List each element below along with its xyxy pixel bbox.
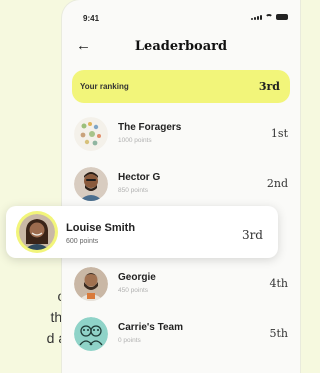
current-user-avatar-ring xyxy=(16,211,58,253)
status-time: 9:41 xyxy=(83,14,100,23)
current-user-name: Louise Smith xyxy=(66,222,136,234)
user-rank: 2nd xyxy=(266,177,288,190)
leaderboard-row[interactable]: Georgie 450 points 4th xyxy=(62,260,300,310)
signal-icon xyxy=(251,15,262,20)
user-avatar xyxy=(74,167,108,201)
leaderboard-row[interactable]: Hector G 850 points 2nd xyxy=(62,160,300,210)
page-title: Leaderboard xyxy=(134,39,228,54)
status-bar: 9:41 xyxy=(62,0,300,26)
user-rank: 4th xyxy=(269,277,288,290)
partial-background-text: or the d at xyxy=(0,286,70,349)
your-ranking-banner: Your ranking 3rd xyxy=(72,70,290,103)
phone-screen: 9:41 ← Leaderboard Your ranking 3rd The … xyxy=(62,0,300,373)
team-points: 0 points xyxy=(118,337,141,344)
current-user-avatar xyxy=(19,214,55,250)
partial-text-line: the xyxy=(50,309,70,325)
user-points: 850 points xyxy=(118,187,148,194)
current-user-rank: 3rd xyxy=(241,228,263,242)
battery-icon xyxy=(276,14,288,20)
user-avatar xyxy=(74,267,108,301)
user-name: Hector G xyxy=(118,172,161,183)
leaderboard-row[interactable]: The Foragers 1000 points 1st xyxy=(62,110,300,160)
partial-text-line: or xyxy=(0,286,70,307)
wifi-icon xyxy=(265,14,273,20)
your-ranking-label: Your ranking xyxy=(80,82,129,91)
user-name: Georgie xyxy=(118,272,156,283)
your-ranking-value: 3rd xyxy=(258,80,280,93)
status-icons xyxy=(251,14,288,20)
team-avatar xyxy=(74,317,108,351)
current-user-card[interactable]: Louise Smith 600 points 3rd xyxy=(6,206,278,258)
current-user-points: 600 points xyxy=(66,238,99,245)
team-rank: 1st xyxy=(270,127,288,140)
team-name: The Foragers xyxy=(118,122,182,133)
partial-text-line: d at xyxy=(46,330,70,346)
team-avatar xyxy=(74,117,108,151)
team-points: 1000 points xyxy=(118,137,152,144)
header: ← Leaderboard xyxy=(62,30,300,64)
user-points: 450 points xyxy=(118,287,148,294)
leaderboard-row[interactable]: Carrie's Team 0 points 5th xyxy=(62,310,300,360)
team-name: Carrie's Team xyxy=(118,322,184,333)
team-rank: 5th xyxy=(269,327,288,340)
